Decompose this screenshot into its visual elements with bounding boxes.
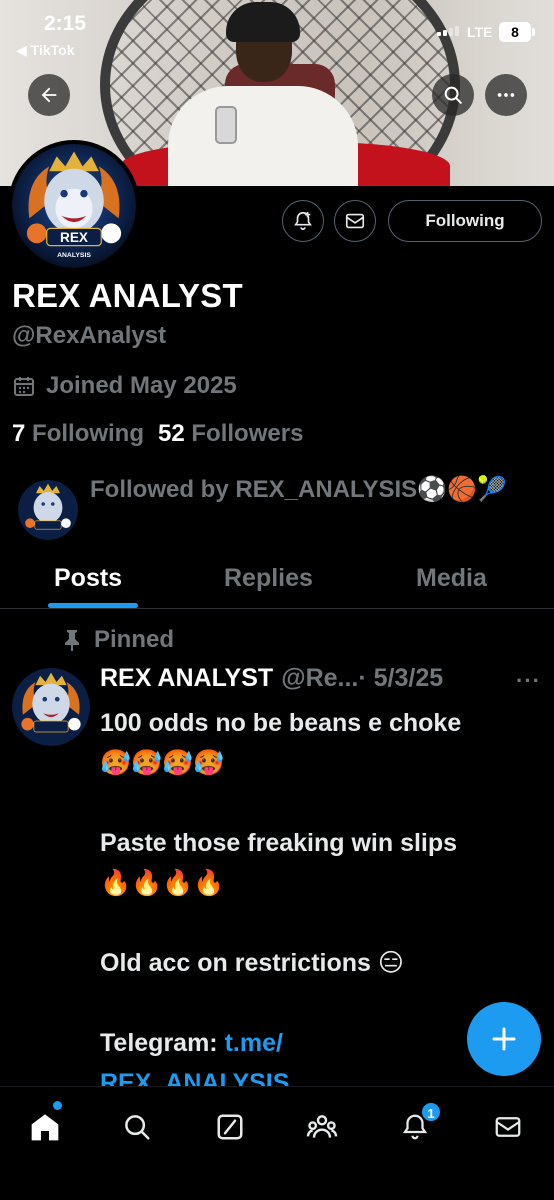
pinned-indicator: Pinned xyxy=(62,626,174,654)
profile-avatar[interactable]: REX ANALYSIS xyxy=(8,140,140,272)
search-icon xyxy=(125,1115,150,1140)
compose-post-button[interactable] xyxy=(467,1002,541,1076)
following-count-link[interactable]: 7 Following xyxy=(12,420,144,448)
nav-messages[interactable] xyxy=(488,1107,528,1147)
tweet-author-handle[interactable]: @Re... xyxy=(281,664,358,693)
back-button[interactable] xyxy=(28,74,70,116)
signal-icon xyxy=(437,26,459,36)
joined-label: Joined May 2025 xyxy=(46,372,237,399)
followers-label: Followers xyxy=(191,420,304,447)
communities-icon xyxy=(306,1115,338,1138)
tab-replies[interactable]: Replies xyxy=(224,564,313,593)
banner-phone xyxy=(215,106,237,144)
home-icon xyxy=(31,1114,59,1141)
tweet-text[interactable]: 100 odds no be beans e choke 🥵🥵🥵🥵 Paste … xyxy=(100,703,520,1103)
tweet-line: 100 odds no be beans e choke xyxy=(100,709,462,737)
telegram-label: Telegram: xyxy=(100,1029,225,1057)
nav-search[interactable] xyxy=(117,1107,157,1147)
pinned-label: Pinned xyxy=(94,626,175,653)
logo-analysis-text: ANALYSIS xyxy=(57,252,91,259)
tweet-line xyxy=(100,903,520,943)
status-time: 2:15 xyxy=(44,12,87,35)
followed-by-avatar xyxy=(18,480,78,540)
pin-icon xyxy=(65,630,79,651)
banner-person-hat xyxy=(226,2,300,42)
tab-posts[interactable]: Posts xyxy=(54,564,122,593)
calendar-icon xyxy=(14,377,34,396)
tweet-author-avatar[interactable] xyxy=(12,668,90,746)
tweet-line: 🔥🔥🔥🔥 xyxy=(100,869,225,897)
search-icon xyxy=(444,86,462,104)
bell-plus-icon xyxy=(294,211,312,231)
tweet-line: 🥵🥵🥵🥵 xyxy=(100,749,225,777)
profile-handle: @RexAnalyst xyxy=(12,322,167,349)
following-button[interactable]: Following xyxy=(388,200,542,242)
tweet-more-options-icon[interactable]: ··· xyxy=(516,668,541,694)
followed-by-row[interactable]: Followed by REX_ANALYSIS⚽🏀🎾 xyxy=(14,474,544,544)
following-count: 7 xyxy=(12,420,26,447)
mail-icon xyxy=(495,1117,521,1137)
nav-communities[interactable] xyxy=(302,1107,342,1147)
notify-button[interactable] xyxy=(282,200,324,242)
network-label: LTE xyxy=(467,24,493,40)
nav-home[interactable] xyxy=(25,1107,65,1147)
rex-lion-logo: REX ANALYSIS xyxy=(12,144,136,268)
plus-icon xyxy=(492,1027,516,1051)
tweet-line: Old acc on restrictions 😑 xyxy=(100,949,404,977)
home-unread-dot xyxy=(53,1101,62,1110)
battery-icon: 8 xyxy=(499,22,535,42)
tweet-line: Paste those freaking win slips xyxy=(100,829,458,857)
notifications-badge: 1 xyxy=(420,1101,442,1123)
mail-icon xyxy=(345,213,365,229)
followers-count-link[interactable]: 52 Followers xyxy=(158,420,303,448)
grok-icon xyxy=(217,1114,243,1140)
joined-date: Joined May 2025 xyxy=(12,372,237,400)
more-options-button[interactable] xyxy=(485,74,527,116)
profile-tabs: Posts Replies Media xyxy=(0,556,554,609)
profile-display-name: REX ANALYST xyxy=(12,277,243,314)
arrow-left-icon xyxy=(41,87,57,103)
following-label: Following xyxy=(32,420,145,447)
tweet-date[interactable]: · 5/3/25 xyxy=(358,664,443,693)
followed-by-text: Followed by REX_ANALYSIS⚽🏀🎾 xyxy=(90,476,507,503)
search-button[interactable] xyxy=(432,74,474,116)
tab-media[interactable]: Media xyxy=(416,564,487,593)
tweet-line xyxy=(100,983,520,1023)
tweet-line xyxy=(100,783,520,823)
follow-counts: 7 Following 52 Followers xyxy=(12,420,303,448)
message-button[interactable] xyxy=(334,200,376,242)
tweet-author-name[interactable]: REX ANALYST xyxy=(100,664,273,693)
more-horizontal-icon xyxy=(497,93,515,97)
back-to-app-link[interactable]: ◀ TikTok xyxy=(16,42,74,59)
tweet-header: REX ANALYST @Re... · 5/3/25 xyxy=(100,664,530,693)
bottom-navigation xyxy=(0,1086,554,1200)
active-tab-indicator xyxy=(48,603,138,608)
tweet-line-telegram: Telegram: t.me/ xyxy=(100,1023,520,1063)
followers-count: 52 xyxy=(158,420,185,447)
banner-person-body xyxy=(168,86,358,186)
logo-rex-text: REX xyxy=(60,230,88,245)
telegram-link-start[interactable]: t.me/ xyxy=(225,1029,283,1057)
nav-grok[interactable] xyxy=(210,1107,250,1147)
